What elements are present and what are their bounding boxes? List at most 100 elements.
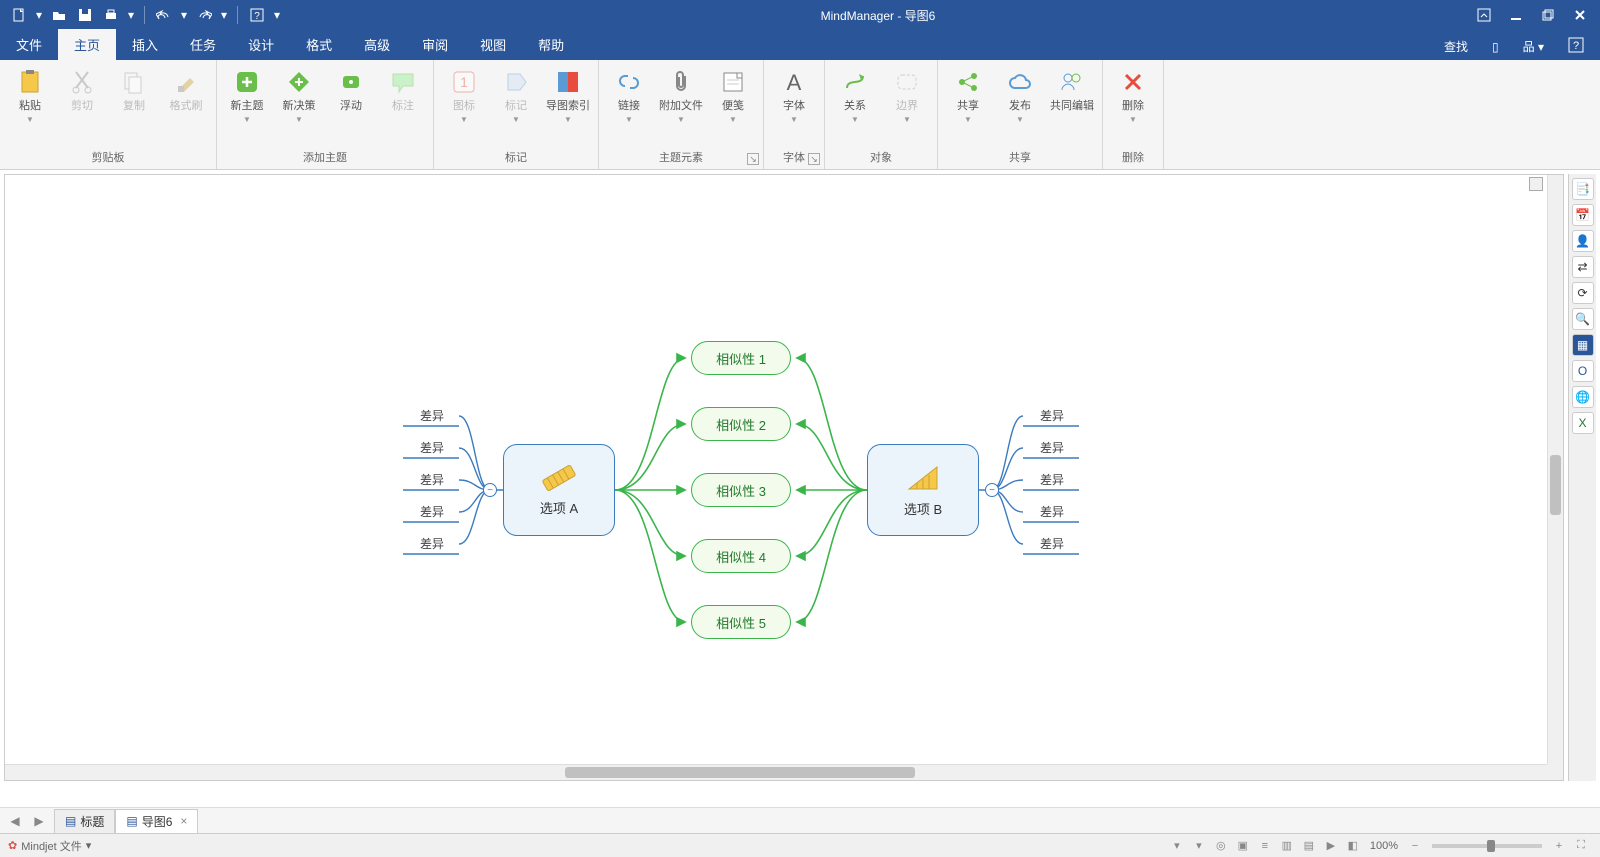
group-launcher-icon[interactable]: ↘ <box>808 153 820 165</box>
node-diff[interactable]: 差异 <box>1021 531 1083 555</box>
horizontal-scrollbar[interactable] <box>5 764 1547 780</box>
save-icon[interactable] <box>74 4 96 26</box>
status-dropdown-icon[interactable]: ▾ <box>86 839 92 852</box>
new-file-icon[interactable] <box>8 4 30 26</box>
ribbon-btn-relation[interactable]: 关系▼ <box>831 64 879 128</box>
node-diff[interactable]: 差异 <box>401 499 463 523</box>
window-title: MindManager - 导图6 <box>282 7 1474 24</box>
filter2-icon[interactable]: ▾ <box>1190 837 1208 855</box>
node-diff[interactable]: 差异 <box>401 435 463 459</box>
node-diff[interactable]: 差异 <box>401 403 463 427</box>
node-diff[interactable]: 差异 <box>1021 403 1083 427</box>
collapse-toggle-left[interactable]: − <box>483 483 497 497</box>
ribbon-group-1: 新主题▼新决策▼浮动标注添加主题 <box>217 60 434 169</box>
side-user-icon[interactable]: 👤 <box>1572 230 1594 252</box>
ribbon-btn-diamond-green[interactable]: 新决策▼ <box>275 64 323 128</box>
node-diff[interactable]: 差异 <box>401 531 463 555</box>
target-icon[interactable]: ◎ <box>1212 837 1230 855</box>
ribbon-btn-note[interactable]: 便笺▼ <box>709 64 757 128</box>
view-schedule-icon[interactable]: ▤ <box>1300 837 1318 855</box>
tab-close-icon[interactable]: × <box>180 814 187 828</box>
node-similarity-5[interactable]: 相似性 5 <box>691 605 791 639</box>
group-launcher-icon[interactable]: ↘ <box>747 153 759 165</box>
doc-tab-1[interactable]: ▤导图6× <box>115 809 198 833</box>
menu-tab-4[interactable]: 设计 <box>232 29 290 60</box>
minimize-icon[interactable] <box>1506 5 1526 25</box>
side-calendar-icon[interactable]: 📅 <box>1572 204 1594 226</box>
ribbon-btn-paste[interactable]: 粘贴▼ <box>6 64 54 128</box>
print-icon[interactable] <box>100 4 122 26</box>
zoom-out-icon[interactable]: − <box>1406 837 1424 855</box>
node-diff[interactable]: 差异 <box>1021 435 1083 459</box>
ribbon-btn-coedit[interactable]: 共同编辑 <box>1048 64 1096 117</box>
chevron-down-icon[interactable]: ▾ <box>272 4 282 26</box>
ribbon-btn-clip[interactable]: 附加文件▼ <box>657 64 705 128</box>
chevron-down-icon[interactable]: ▾ <box>219 4 229 26</box>
fit-icon[interactable]: ⛶ <box>1572 837 1590 855</box>
zoom-in-icon[interactable]: + <box>1550 837 1568 855</box>
doc-tab-0[interactable]: ▤标题 <box>54 809 115 833</box>
vertical-scrollbar[interactable] <box>1547 175 1563 764</box>
side-taskpane-icon[interactable]: 📑 <box>1572 178 1594 200</box>
menu-tab-2[interactable]: 插入 <box>116 29 174 60</box>
filter-icon[interactable]: ▾ <box>1168 837 1186 855</box>
ribbon-btn-cloud[interactable]: 发布▼ <box>996 64 1044 128</box>
restore-icon[interactable] <box>1538 5 1558 25</box>
ribbon-btn-delete[interactable]: 删除▼ <box>1109 64 1157 128</box>
view-gantt-icon[interactable]: ▥ <box>1278 837 1296 855</box>
ribbon-btn-plus-green[interactable]: 新主题▼ <box>223 64 271 128</box>
tab-prev-icon[interactable]: ◀ <box>6 812 24 830</box>
ribbon-toggle-icon[interactable] <box>1474 5 1494 25</box>
collapse-toggle-right[interactable]: − <box>985 483 999 497</box>
search-menu[interactable]: 查找 <box>1436 34 1476 59</box>
chevron-down-icon[interactable]: ▾ <box>179 4 189 26</box>
view-outline-icon[interactable]: ≡ <box>1256 837 1274 855</box>
side-share-icon[interactable]: ⇄ <box>1572 256 1594 278</box>
tab-next-icon[interactable]: ▶ <box>30 812 48 830</box>
menu-tab-5[interactable]: 格式 <box>290 29 348 60</box>
redo-icon[interactable] <box>193 4 215 26</box>
node-similarity-1[interactable]: 相似性 1 <box>691 341 791 375</box>
ribbon-group-3: 链接▼附加文件▼便笺▼主题元素↘ <box>599 60 764 169</box>
node-similarity-4[interactable]: 相似性 4 <box>691 539 791 573</box>
side-outlook-icon[interactable]: O <box>1572 360 1594 382</box>
node-diff[interactable]: 差异 <box>401 467 463 491</box>
canvas-area[interactable]: 选项 A − 选项 B − 相似性 1相似性 2相似性 3相似性 4相似性 5 … <box>4 174 1564 781</box>
node-diff[interactable]: 差异 <box>1021 467 1083 491</box>
help-icon[interactable]: ? <box>1560 33 1592 60</box>
menu-tab-1[interactable]: 主页 <box>58 29 116 60</box>
zoom-slider[interactable] <box>1432 844 1542 848</box>
menu-tab-3[interactable]: 任务 <box>174 29 232 60</box>
side-search-icon[interactable]: 🔍 <box>1572 308 1594 330</box>
open-icon[interactable] <box>48 4 70 26</box>
menu-tab-8[interactable]: 视图 <box>464 29 522 60</box>
menu-tab-6[interactable]: 高级 <box>348 29 406 60</box>
help-qat-icon[interactable]: ? <box>246 4 268 26</box>
node-diff[interactable]: 差异 <box>1021 499 1083 523</box>
side-refresh-icon[interactable]: ⟳ <box>1572 282 1594 304</box>
ribbon-btn-float-green[interactable]: 浮动 <box>327 64 375 117</box>
node-option-a[interactable]: 选项 A <box>503 444 615 536</box>
node-option-b[interactable]: 选项 B <box>867 444 979 536</box>
chevron-down-icon[interactable]: ▾ <box>126 4 136 26</box>
ribbon-btn-index[interactable]: 导图索引▼ <box>544 64 592 128</box>
ribbon-btn-link[interactable]: 链接▼ <box>605 64 653 128</box>
close-icon[interactable] <box>1570 5 1590 25</box>
chevron-down-icon[interactable]: ▾ <box>34 4 44 26</box>
menu-tab-9[interactable]: 帮助 <box>522 29 580 60</box>
view-presentation-icon[interactable]: ▶ <box>1322 837 1340 855</box>
view-map-icon[interactable]: ▣ <box>1234 837 1252 855</box>
ribbon-btn-font[interactable]: A字体▼ <box>770 64 818 128</box>
menu-tab-0[interactable]: 文件 <box>0 29 58 60</box>
sitemap-icon[interactable]: 品 ▾ <box>1515 34 1552 59</box>
side-excel-icon[interactable]: X <box>1572 412 1594 434</box>
window-layout-icon[interactable]: ▯ <box>1484 36 1507 58</box>
side-web-icon[interactable]: 🌐 <box>1572 386 1594 408</box>
view-icons-icon[interactable]: ◧ <box>1344 837 1362 855</box>
node-similarity-2[interactable]: 相似性 2 <box>691 407 791 441</box>
undo-icon[interactable] <box>153 4 175 26</box>
side-grid-icon[interactable]: ▦ <box>1572 334 1594 356</box>
ribbon-btn-share[interactable]: 共享▼ <box>944 64 992 128</box>
node-similarity-3[interactable]: 相似性 3 <box>691 473 791 507</box>
menu-tab-7[interactable]: 审阅 <box>406 29 464 60</box>
